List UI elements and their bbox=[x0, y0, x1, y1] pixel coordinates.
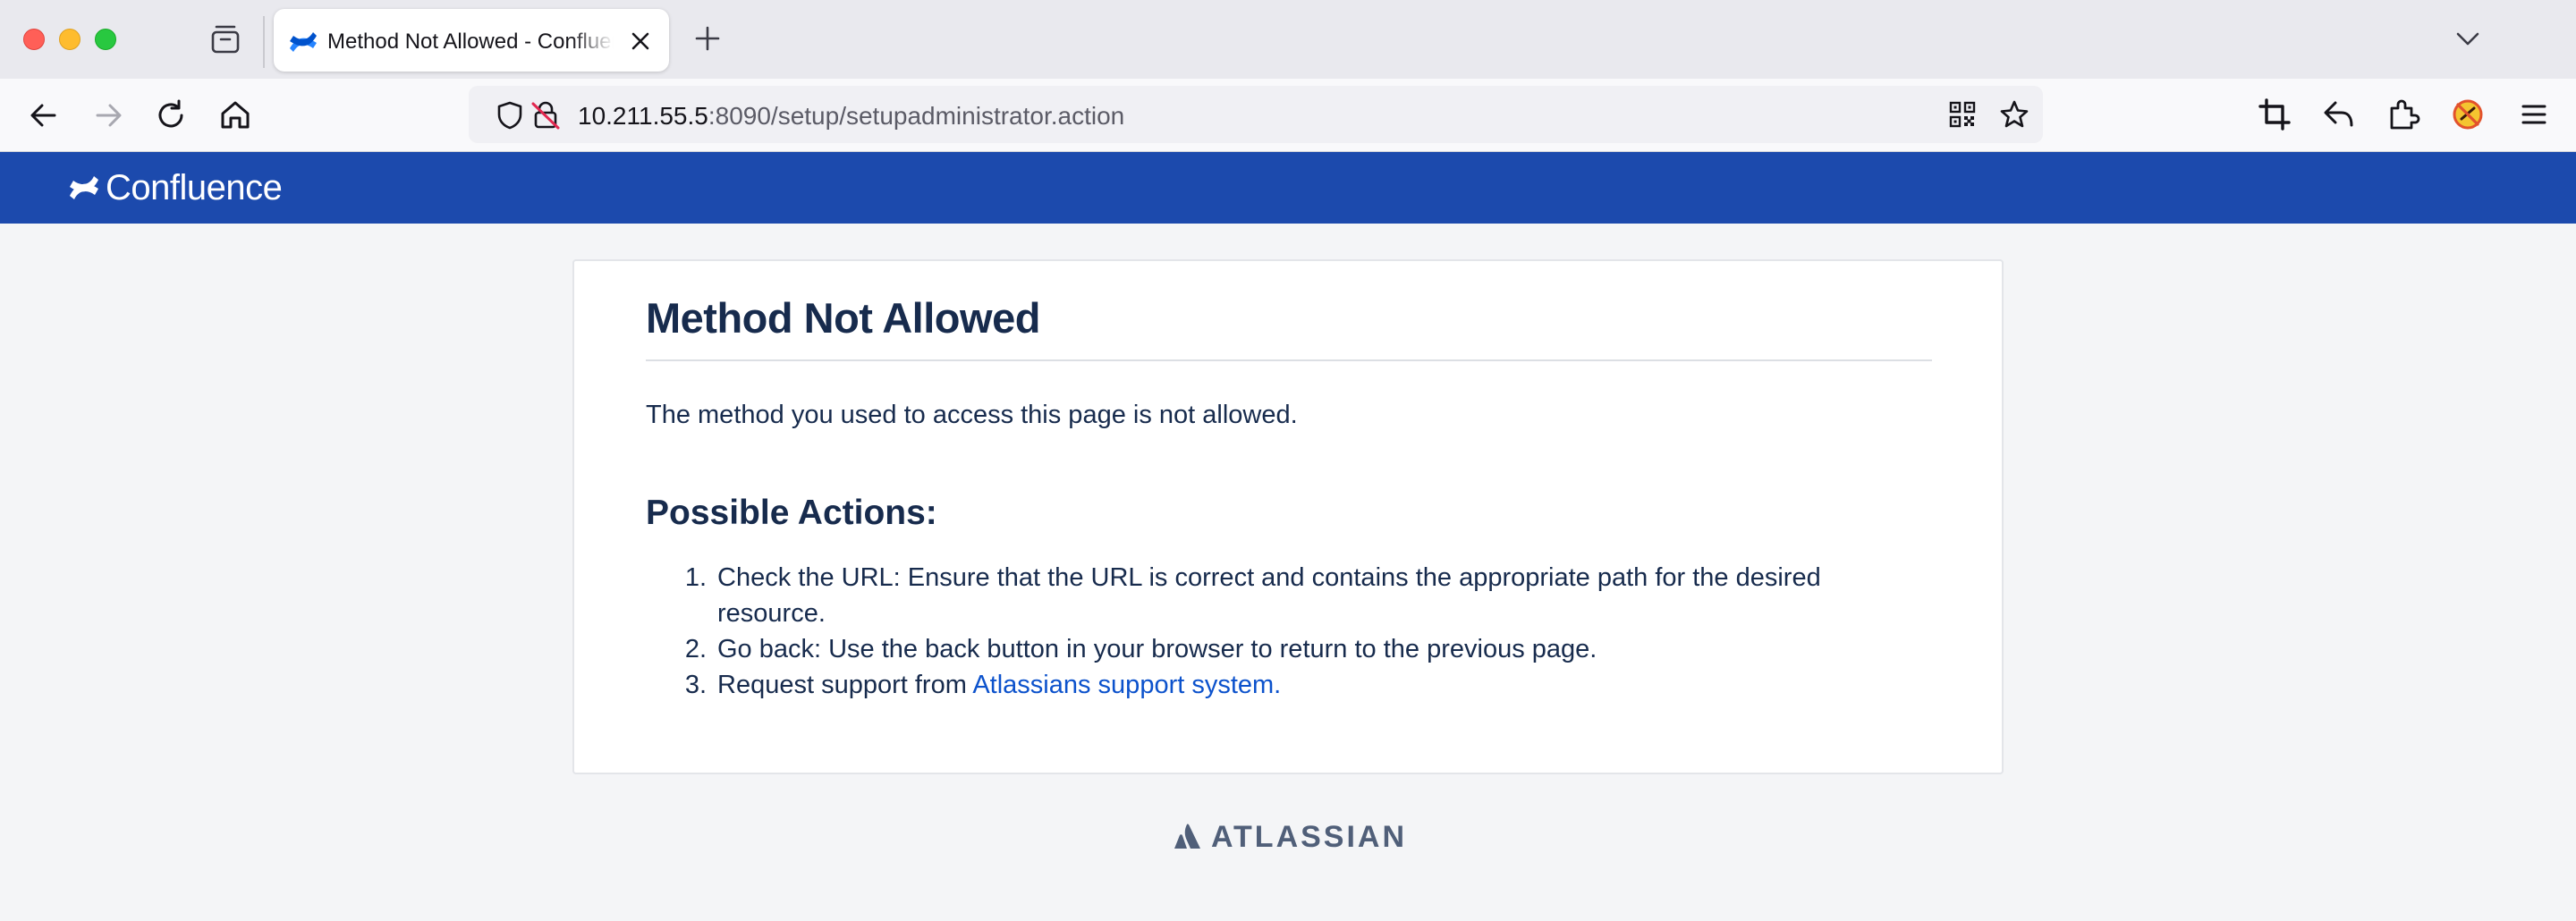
window-maximize-button[interactable] bbox=[95, 29, 116, 50]
url-path: :8090/setup/setupadministrator.action bbox=[708, 102, 1125, 130]
list-item-text: Request support from bbox=[717, 671, 973, 699]
list-item-number: 1. bbox=[684, 563, 707, 592]
new-tab-plus-icon[interactable] bbox=[692, 23, 723, 54]
screenshot-crop-icon[interactable] bbox=[2256, 96, 2293, 133]
tab-overview-icon[interactable] bbox=[208, 23, 243, 55]
insecure-lock-icon[interactable] bbox=[530, 100, 562, 131]
tab-divider bbox=[263, 16, 265, 68]
reload-icon[interactable] bbox=[152, 97, 190, 134]
atlassian-logo-icon bbox=[1172, 823, 1202, 851]
list-item: 1. Check the URL: Ensure that the URL is… bbox=[646, 560, 1898, 631]
error-panel: Method Not Allowed The method you used t… bbox=[572, 259, 2004, 774]
window-minimize-button[interactable] bbox=[59, 29, 80, 50]
possible-actions-list: 1. Check the URL: Ensure that the URL is… bbox=[646, 560, 1898, 703]
list-item-number: 3. bbox=[684, 671, 707, 699]
tab-active[interactable]: Method Not Allowed - Confluence bbox=[274, 9, 669, 72]
list-item-text: Go back: Use the back button in your bro… bbox=[717, 635, 1597, 663]
hamburger-menu-icon[interactable] bbox=[2515, 96, 2553, 133]
tab-list-chevron-down-icon[interactable] bbox=[2453, 23, 2483, 54]
confluence-logo[interactable]: Confluence bbox=[68, 167, 283, 207]
browser-toolbar: 10.211.55.5:8090/setup/setupadministrato… bbox=[0, 79, 2576, 152]
page-title: Method Not Allowed bbox=[646, 294, 1040, 342]
confluence-favicon-icon bbox=[288, 29, 318, 55]
browser-titlebar: Method Not Allowed - Confluence bbox=[0, 0, 2576, 79]
atlassian-support-link[interactable]: Atlassians support system. bbox=[972, 671, 1281, 699]
forward-arrow-icon[interactable] bbox=[89, 97, 127, 134]
blocked-extension-icon[interactable] bbox=[2449, 96, 2487, 133]
reply-arrow-icon[interactable] bbox=[2320, 96, 2358, 133]
atlassian-logo-text: ATLASSIAN bbox=[1211, 819, 1408, 854]
url-text[interactable]: 10.211.55.5:8090/setup/setupadministrato… bbox=[578, 102, 1124, 131]
window-close-button[interactable] bbox=[23, 29, 45, 50]
home-icon[interactable] bbox=[216, 97, 254, 134]
atlassian-footer-logo[interactable]: ATLASSIAN bbox=[1172, 819, 1408, 854]
back-arrow-icon[interactable] bbox=[25, 97, 63, 134]
qr-code-icon[interactable] bbox=[1948, 100, 1977, 129]
list-item: 3. Request support from Atlassians suppo… bbox=[646, 667, 1898, 703]
possible-actions-heading: Possible Actions: bbox=[646, 494, 937, 532]
confluence-header: Confluence bbox=[0, 152, 2576, 224]
error-description: The method you used to access this page … bbox=[646, 401, 1298, 429]
title-divider bbox=[646, 359, 1932, 361]
bookmark-star-icon[interactable] bbox=[1998, 98, 2030, 131]
tab-close-icon[interactable] bbox=[628, 29, 653, 54]
confluence-logo-text: Confluence bbox=[106, 167, 283, 207]
url-bar[interactable]: 10.211.55.5:8090/setup/setupadministrato… bbox=[469, 86, 2043, 143]
list-item-number: 2. bbox=[684, 635, 707, 663]
tab-title: Method Not Allowed - Confluence bbox=[327, 30, 614, 54]
url-host: 10.211.55.5 bbox=[578, 102, 708, 130]
list-item-text: Check the URL: Ensure that the URL is co… bbox=[717, 563, 1821, 628]
confluence-logo-icon bbox=[68, 173, 100, 203]
list-item: 2. Go back: Use the back button in your … bbox=[646, 631, 1898, 667]
tracking-protection-shield-icon[interactable] bbox=[496, 100, 524, 131]
extensions-puzzle-icon[interactable] bbox=[2385, 96, 2422, 133]
